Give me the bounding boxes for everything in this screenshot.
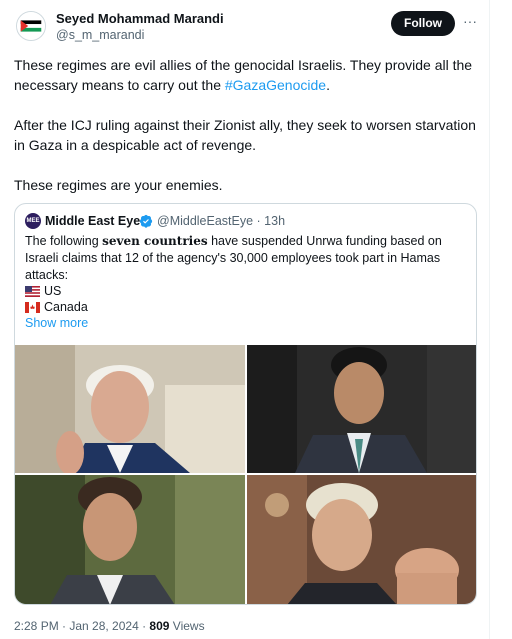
media-photo-1[interactable] xyxy=(15,345,245,473)
media-photo-4[interactable] xyxy=(247,475,476,604)
tweet-paragraph-3: These regimes are your enemies. xyxy=(14,177,223,193)
quoted-text: The following seven countries have suspe… xyxy=(25,233,470,284)
more-icon[interactable]: ··· xyxy=(461,11,479,33)
media-photo-3[interactable] xyxy=(15,475,245,604)
quoted-text-bold: seven countries xyxy=(102,234,208,248)
tweet-text-segment: . xyxy=(326,77,330,93)
canada-flag-icon xyxy=(25,301,40,313)
hashtag-link[interactable]: #GazaGenocide xyxy=(225,77,326,93)
media-photo-2[interactable] xyxy=(247,345,476,473)
tweet-text: These regimes are evil allies of the gen… xyxy=(14,55,484,215)
country-item-canada: Canada xyxy=(25,299,88,315)
tweet-card: Seyed Mohammad Marandi @s_m_marandi Foll… xyxy=(0,0,490,639)
show-more-link[interactable]: Show more xyxy=(25,316,88,330)
quoted-text-segment: The following xyxy=(25,234,103,248)
author-handle[interactable]: @s_m_marandi xyxy=(56,28,144,42)
verified-badge-icon xyxy=(139,214,153,228)
follow-button[interactable]: Follow xyxy=(391,11,455,36)
country-item-us: US xyxy=(25,283,61,299)
tweet-paragraph-2: After the ICJ ruling against their Zioni… xyxy=(14,117,476,153)
views-label: Views xyxy=(169,619,205,633)
tweet-meta: 2:28 PM · Jan 28, 2024 · 809 Views xyxy=(14,619,205,633)
us-flag-icon xyxy=(25,285,40,297)
author-name[interactable]: Seyed Mohammad Marandi xyxy=(56,11,224,26)
quoted-avatar[interactable]: MEE xyxy=(25,213,41,229)
country-label: US xyxy=(44,284,62,298)
views-count: 809 xyxy=(149,619,170,633)
quoted-author-name[interactable]: Middle East Eye xyxy=(45,214,140,228)
author-avatar[interactable] xyxy=(16,11,46,41)
country-label: Canada xyxy=(44,300,88,314)
quoted-handle-time[interactable]: @MiddleEastEye · 13h xyxy=(157,214,285,228)
quoted-tweet[interactable]: MEE Middle East Eye @MiddleEastEye · 13h… xyxy=(14,203,477,605)
tweet-paragraph-1: These regimes are evil allies of the gen… xyxy=(14,55,484,95)
timestamp[interactable]: 2:28 PM · Jan 28, 2024 · xyxy=(14,619,149,633)
